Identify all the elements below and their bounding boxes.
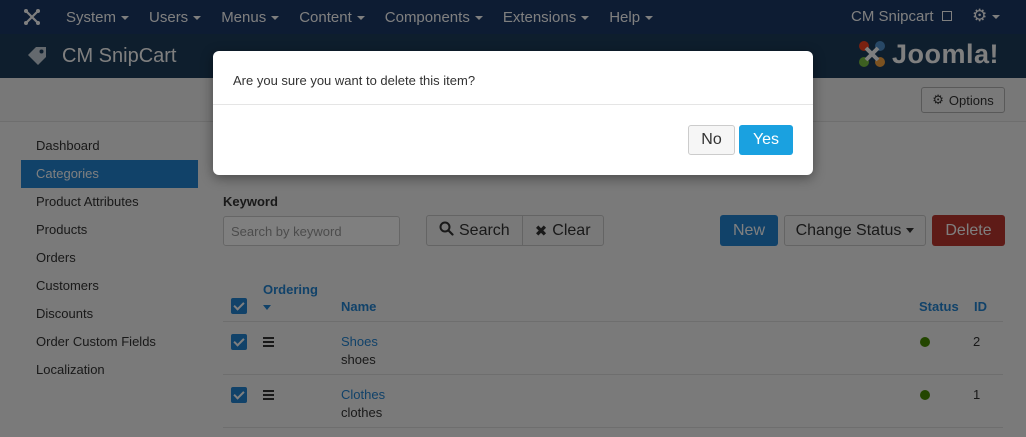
yes-button[interactable]: Yes <box>739 125 793 155</box>
dialog-message: Are you sure you want to delete this ite… <box>233 73 476 88</box>
delete-confirm-dialog: Are you sure you want to delete this ite… <box>213 51 813 175</box>
dialog-divider <box>213 104 813 105</box>
no-button[interactable]: No <box>688 125 735 155</box>
